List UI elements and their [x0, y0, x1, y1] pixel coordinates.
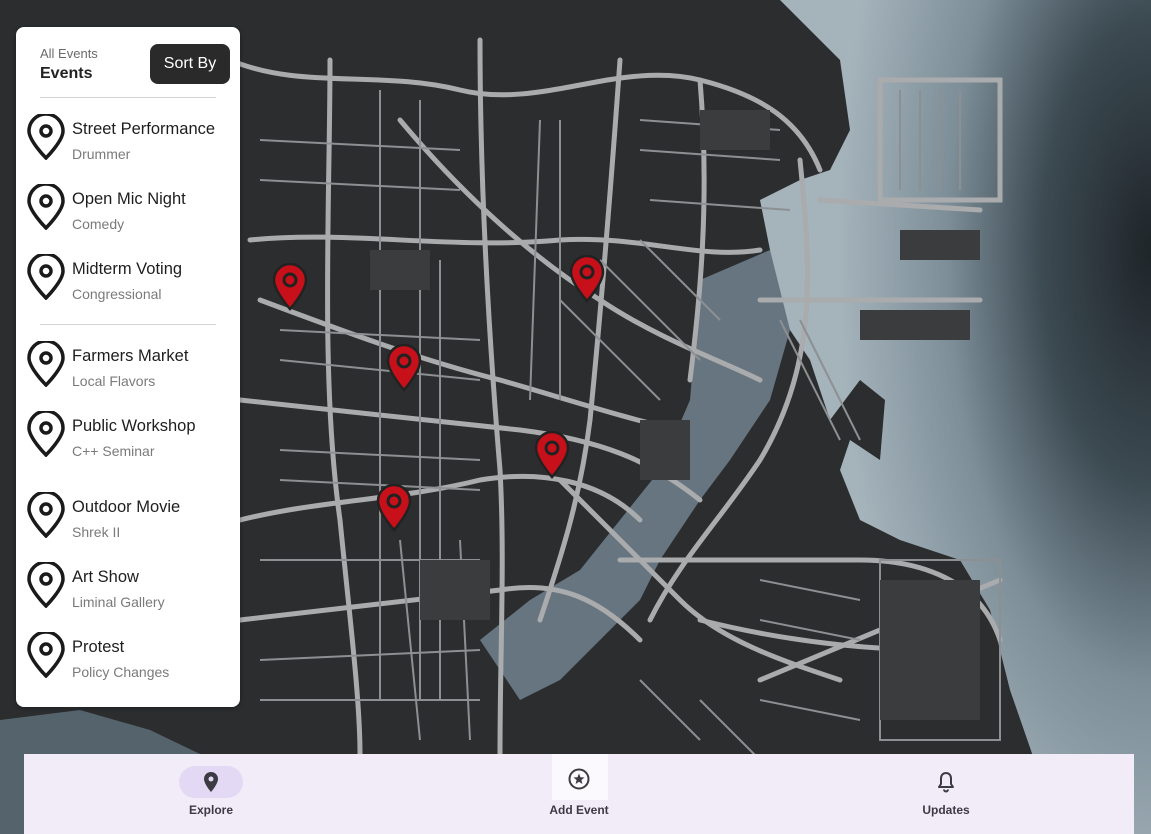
event-title: Protest	[72, 638, 125, 656]
location-pin-icon	[27, 184, 65, 230]
event-title: Midterm Voting	[72, 260, 183, 278]
location-pin-icon	[27, 341, 65, 387]
event-subtitle: Shrek II	[72, 524, 121, 540]
event-title: Open Mic Night	[72, 190, 186, 208]
location-pin-icon	[27, 492, 65, 538]
nav-add-event[interactable]: Add Event	[519, 754, 639, 834]
event-title: Outdoor Movie	[72, 498, 181, 516]
event-title: Farmers Market	[72, 347, 189, 365]
event-item-midterm-voting[interactable]: Midterm Voting Congressional	[16, 254, 240, 320]
location-pin-icon	[204, 772, 218, 792]
event-title: Public Workshop	[72, 417, 196, 435]
event-subtitle: Comedy	[72, 216, 125, 232]
event-subtitle: Policy Changes	[72, 664, 170, 680]
map-marker-5[interactable]	[374, 484, 414, 532]
nav-explore[interactable]: Explore	[151, 754, 271, 834]
location-pin-icon	[27, 114, 65, 160]
map-marker-1[interactable]	[270, 263, 310, 311]
location-pin-icon	[27, 632, 65, 678]
map-marker-3[interactable]	[384, 344, 424, 392]
location-pin-icon	[27, 562, 65, 608]
event-subtitle: Local Flavors	[72, 373, 156, 389]
event-item-protest[interactable]: Protest Policy Changes	[16, 632, 240, 698]
nav-label: Updates	[922, 803, 970, 817]
event-item-art-show[interactable]: Art Show Liminal Gallery	[16, 562, 240, 628]
events-panel: All Events Events Sort By Street Perform…	[16, 27, 240, 707]
event-title: Art Show	[72, 568, 139, 586]
star-circle-icon	[568, 768, 590, 790]
panel-title: Events	[40, 65, 93, 82]
bell-icon	[938, 772, 954, 793]
nav-label: Add Event	[549, 803, 609, 817]
app-root: All Events Events Sort By Street Perform…	[0, 0, 1151, 834]
sort-by-button[interactable]: Sort By	[150, 44, 230, 84]
event-item-farmers-market[interactable]: Farmers Market Local Flavors	[16, 341, 240, 407]
events-panel-header: All Events Events Sort By	[16, 27, 240, 97]
event-item-outdoor-movie[interactable]: Outdoor Movie Shrek II	[16, 492, 240, 558]
bottom-navigation: Explore Add Event Updates	[24, 754, 1134, 834]
event-subtitle: Congressional	[72, 286, 162, 302]
location-pin-icon	[27, 411, 65, 457]
map-marker-4[interactable]	[532, 431, 572, 479]
nav-updates[interactable]: Updates	[886, 754, 1006, 834]
map-marker-2[interactable]	[567, 255, 607, 303]
event-subtitle: Drummer	[72, 146, 131, 162]
event-title: Street Performance	[72, 120, 216, 138]
event-item-open-mic-night[interactable]: Open Mic Night Comedy	[16, 184, 240, 250]
breadcrumb[interactable]: All Events	[40, 46, 98, 61]
location-pin-icon	[27, 254, 65, 300]
event-item-street-performance[interactable]: Street Performance Drummer	[16, 114, 240, 180]
header-divider	[40, 97, 216, 98]
event-item-public-workshop[interactable]: Public Workshop C++ Seminar	[16, 411, 240, 477]
event-subtitle: Liminal Gallery	[72, 594, 165, 610]
section-divider	[40, 324, 216, 325]
nav-label: Explore	[188, 803, 233, 817]
event-subtitle: C++ Seminar	[72, 443, 155, 459]
